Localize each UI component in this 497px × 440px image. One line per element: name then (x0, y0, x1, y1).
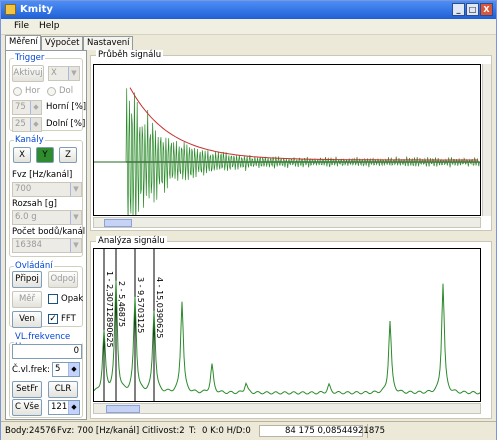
radio-hor-label: Hor (25, 86, 41, 96)
status-bar: Body: 24576 Fvz: 700 [Hz/kanál] Citlivos… (1, 421, 496, 440)
trigger-axis-value: X (51, 68, 57, 78)
dolni-label: Dolní [%] (46, 119, 86, 129)
cvse-button[interactable]: C Vše (12, 399, 42, 416)
kanaly-legend: Kanály (15, 135, 44, 145)
status-k-value: 0 K:0 H/D:0 (202, 426, 251, 436)
pocet-value: 16384 (15, 240, 43, 250)
pocet-label: Počet bodů/kanál (12, 227, 86, 237)
status-fvz-label: Fvz: (57, 426, 75, 436)
fvz-value: 700 (15, 184, 32, 194)
status-body-value: 24576 (29, 426, 57, 436)
opak-label: Opak (61, 294, 84, 304)
rozsah-value: 6.0 g (15, 212, 37, 222)
ven-button[interactable]: Ven (12, 311, 42, 328)
spin-arrows-icon: ◆ (68, 401, 79, 414)
status-readout: 84 175 0,08544921875 (285, 426, 386, 436)
signal-vertical-scrollbar[interactable] (482, 64, 491, 216)
pocet-select[interactable]: 16384 ▼ (12, 238, 82, 253)
status-t-label: T: (189, 426, 197, 436)
channel-y-button[interactable]: Y (36, 147, 54, 163)
opak-checkbox[interactable] (48, 294, 58, 304)
dolni-stepper[interactable]: 25 ◆ (12, 117, 42, 132)
fft-horizontal-scrollbar[interactable] (93, 403, 481, 414)
radio-dol[interactable] (47, 87, 56, 96)
status-body-label: Body: (5, 426, 29, 436)
clr-button[interactable]: CLR (48, 381, 78, 398)
rozsah-select[interactable]: 6.0 g ▼ (12, 210, 82, 225)
trigger-legend: Trigger (15, 53, 45, 63)
chevron-down-icon: ▼ (70, 239, 81, 252)
analysis-graph-panel: Analýza signálu 1 - 2,30712890625 2 - 5,… (90, 236, 492, 419)
spin-arrows-icon: ◆ (30, 118, 41, 131)
fft-spectrum: 1 - 2,30712890625 2 - 5,46875 3 - 9,5703… (93, 249, 481, 401)
cvlfrek-label: Č.vl.frek: (12, 365, 51, 375)
fvz-select[interactable]: 700 ▼ (12, 182, 82, 197)
main-window: Kmity _ □ X File Help Měření Výpočet Nas… (0, 0, 497, 440)
signal-trace-path (94, 88, 480, 234)
mer-button[interactable]: Měř (12, 291, 42, 308)
fft-plot[interactable]: 1 - 2,30712890625 2 - 5,46875 3 - 9,5703… (93, 248, 481, 402)
signal-horizontal-scrollbar[interactable] (93, 217, 481, 228)
menu-bar: File Help (1, 19, 496, 35)
radio-dol-label: Dol (59, 86, 74, 96)
horni-value: 75 (15, 102, 26, 112)
app-icon (5, 4, 16, 15)
odpoj-button[interactable]: Odpoj (48, 271, 78, 288)
marker-label-1: 1 - 2,30712890625 (105, 271, 114, 348)
cvse-stepper[interactable]: 121 ◆ (48, 400, 80, 415)
setfr-button[interactable]: SetFr (12, 381, 42, 398)
fft-trace (93, 280, 481, 395)
radio-hor[interactable] (13, 87, 22, 96)
signal-waveform (94, 87, 480, 234)
dolni-value: 25 (15, 119, 26, 129)
close-button[interactable]: X (480, 3, 493, 16)
cvlfrek-value: 5 (55, 364, 61, 374)
marker-label-3: 3 - 9,5703125 (136, 277, 145, 333)
menu-file[interactable]: File (14, 21, 29, 31)
fvz-label: Fvz [Hz/kanál] (12, 170, 73, 180)
signal-trace (94, 88, 480, 234)
marker-label-4: 4 - 15,0390625 (155, 277, 164, 338)
horni-stepper[interactable]: 75 ◆ (12, 100, 42, 115)
marker-label-2: 2 - 5,46875 (117, 281, 126, 327)
tab-nastaveni[interactable]: Nastavení (83, 36, 133, 50)
pripoj-button[interactable]: Připoj (12, 271, 42, 288)
vlfrekvence-value-field[interactable]: 0 (12, 344, 82, 359)
status-citlivost-label: Citlivost: (142, 426, 180, 436)
fft-scroll-thumb[interactable] (106, 405, 140, 413)
signal-scroll-thumb[interactable] (104, 219, 132, 227)
ovladani-legend: Ovládání (15, 261, 53, 271)
control-panel: Trigger Aktivuj X ▼ Hor Dol 75 ◆ Horní [… (5, 50, 87, 420)
channel-x-button[interactable]: X (13, 147, 31, 163)
signal-graph-legend: Průběh signálu (96, 50, 164, 60)
trigger-axis-select[interactable]: X ▼ (48, 66, 80, 81)
maximize-button[interactable]: □ (466, 3, 479, 16)
title-bar: Kmity _ □ X (1, 1, 496, 19)
fft-label: FFT (61, 314, 76, 324)
status-fvz-value: 700 [Hz/kanál] (77, 426, 140, 436)
spin-arrows-icon: ◆ (68, 363, 79, 376)
tab-mereni[interactable]: Měření (5, 35, 41, 51)
chevron-down-icon: ▼ (68, 67, 79, 80)
horni-label: Horní [%] (46, 102, 87, 112)
analysis-graph-legend: Analýza signálu (96, 236, 167, 246)
channel-z-button[interactable]: Z (59, 147, 77, 163)
tab-vypocet[interactable]: Výpočet (41, 36, 83, 50)
chevron-down-icon: ▼ (70, 183, 81, 196)
menu-help[interactable]: Help (39, 21, 60, 31)
signal-plot[interactable] (93, 64, 481, 234)
cvlfrek-stepper[interactable]: 5 ◆ (52, 362, 80, 377)
cvse-value: 121 (51, 402, 68, 412)
aktivuj-button[interactable]: Aktivuj (12, 65, 44, 82)
rozsah-label: Rozsah [g] (12, 199, 57, 209)
status-citlivost-value: 2 (179, 426, 185, 436)
spin-arrows-icon: ◆ (30, 101, 41, 114)
window-title: Kmity (20, 4, 53, 15)
status-citlivost: Citlivost:2 (142, 426, 185, 436)
fft-checkbox[interactable]: ✓ (48, 314, 58, 324)
chevron-down-icon: ▼ (70, 211, 81, 224)
minimize-button[interactable]: _ (452, 3, 465, 16)
signal-graph-panel: Průběh signálu (90, 50, 492, 234)
